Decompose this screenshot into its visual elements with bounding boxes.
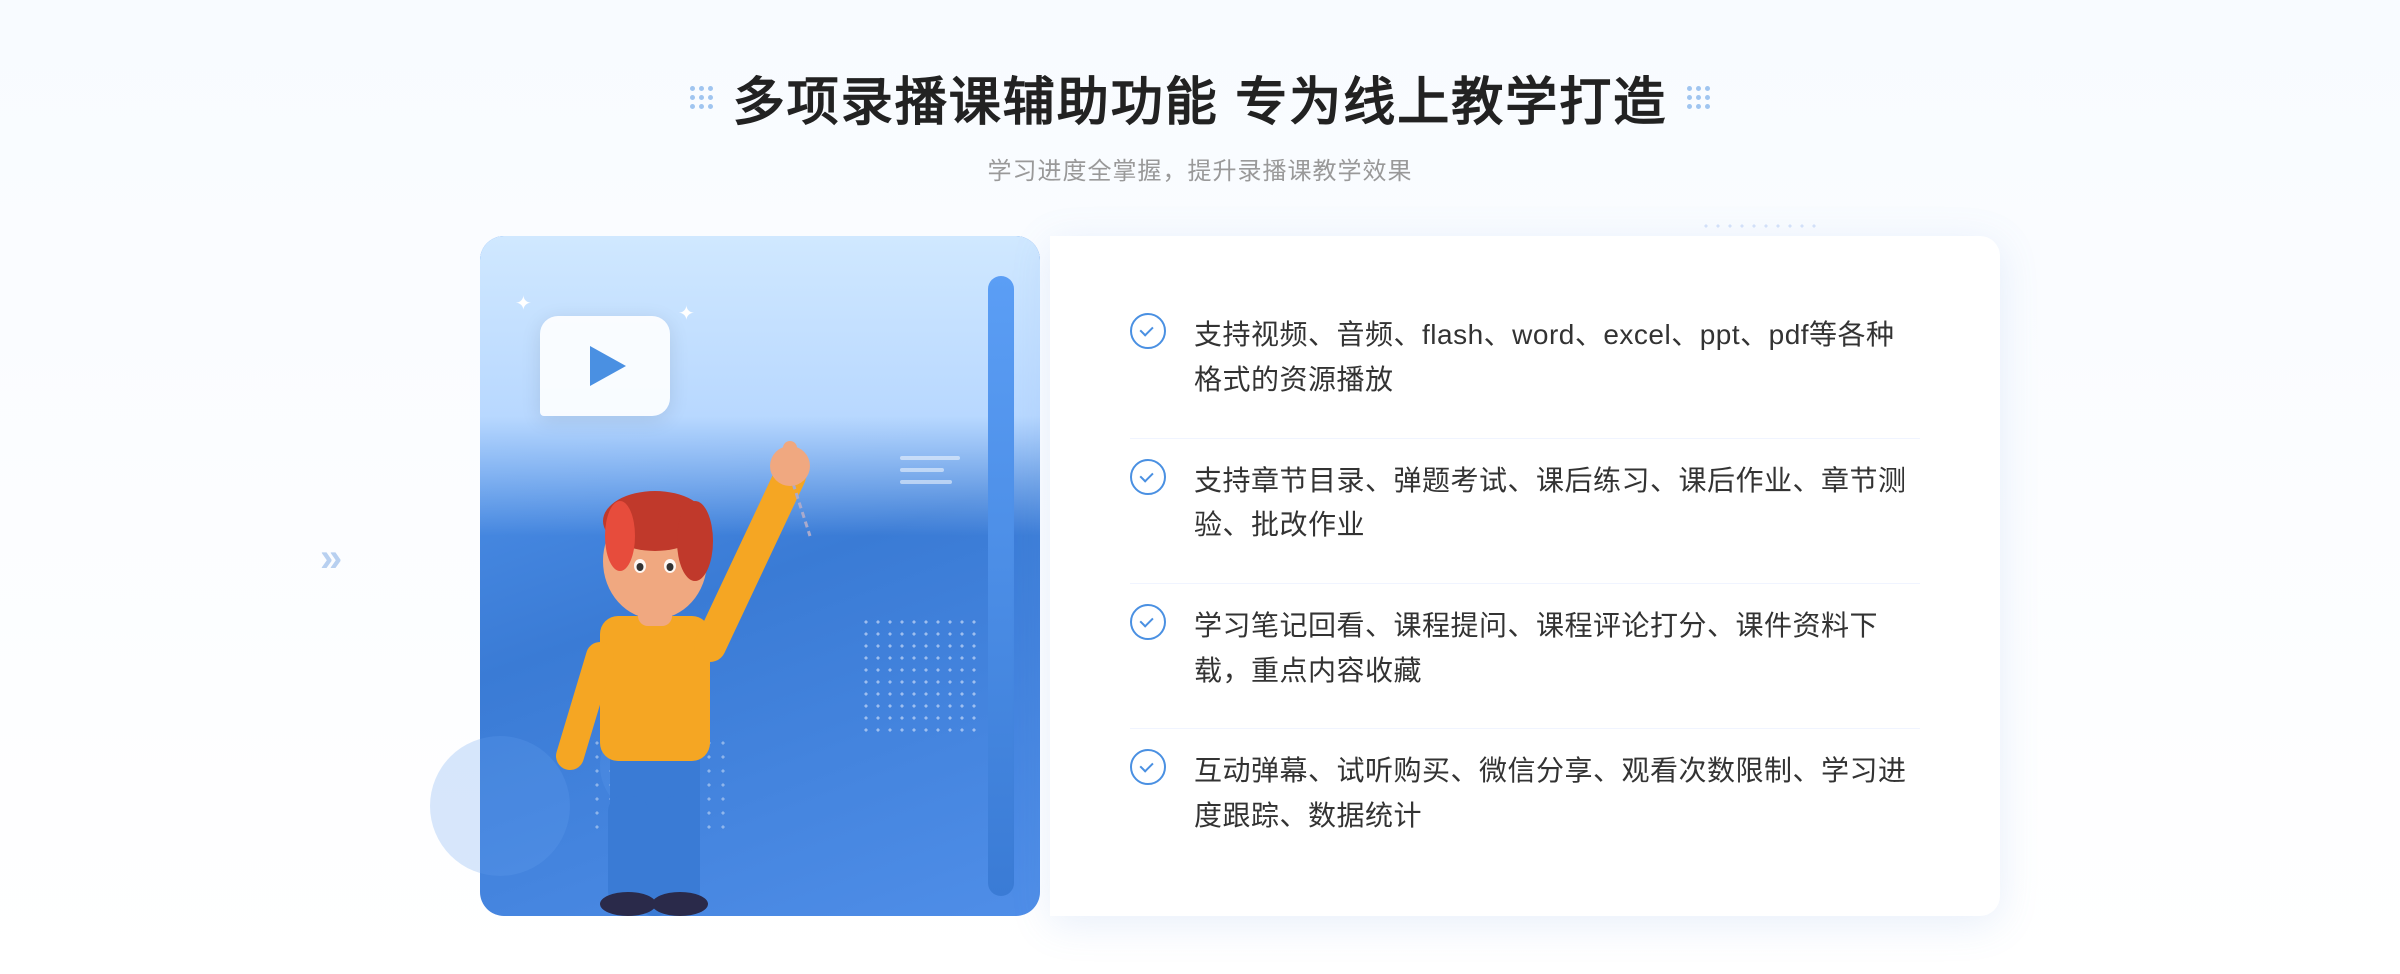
- check-icon-1: [1130, 313, 1166, 349]
- feature-text-1: 支持视频、音频、flash、word、excel、ppt、pdf等各种格式的资源…: [1194, 313, 1920, 403]
- header-section: 多项录播课辅助功能 专为线上教学打造 学习进度全掌握，提升录播课教学效果: [690, 60, 1710, 186]
- illus-line-2: [900, 468, 944, 472]
- illus-lines-decoration: [900, 456, 960, 484]
- title-row: 多项录播课辅助功能 专为线上教学打造: [690, 60, 1710, 135]
- page-subtitle: 学习进度全掌握，提升录播课教学效果: [690, 151, 1710, 186]
- illustration-container: » ✦ ✦: [400, 236, 1080, 916]
- check-icon-4: [1130, 749, 1166, 785]
- sparkle-icon-2: ✦: [678, 301, 695, 326]
- page-container: 多项录播课辅助功能 专为线上教学打造 学习进度全掌握，提升录播课教学效果 »: [0, 0, 2400, 974]
- sparkle-icon-1: ✦: [515, 291, 532, 316]
- feature-text-2: 支持章节目录、弹题考试、课后练习、课后作业、章节测验、批改作业: [1194, 459, 1920, 549]
- feature-item-3: 学习笔记回看、课程提问、课程评论打分、课件资料下载，重点内容收藏: [1130, 583, 1920, 714]
- feature-item-2: 支持章节目录、弹题考试、课后练习、课后作业、章节测验、批改作业: [1130, 438, 1920, 569]
- dots-decoration-left: [690, 86, 713, 109]
- features-panel: 支持视频、音频、flash、word、excel、ppt、pdf等各种格式的资源…: [1050, 236, 2000, 916]
- dots-decoration-right: [1687, 86, 1710, 109]
- illus-line-1: [900, 456, 960, 460]
- feature-text-4: 互动弹幕、试听购买、微信分享、观看次数限制、学习进度跟踪、数据统计: [1194, 749, 1920, 839]
- page-title: 多项录播课辅助功能 专为线上教学打造: [733, 60, 1667, 135]
- background-dots-left: [860, 616, 980, 736]
- person-illustration: [500, 336, 820, 916]
- feature-item-1: 支持视频、音频、flash、word、excel、ppt、pdf等各种格式的资源…: [1130, 293, 1920, 423]
- check-icon-3: [1130, 604, 1166, 640]
- illus-vertical-stripe: [988, 276, 1014, 896]
- illus-line-3: [900, 480, 952, 484]
- feature-item-4: 互动弹幕、试听购买、微信分享、观看次数限制、学习进度跟踪、数据统计: [1130, 728, 1920, 859]
- check-icon-2: [1130, 459, 1166, 495]
- feature-text-3: 学习笔记回看、课程提问、课程评论打分、课件资料下载，重点内容收藏: [1194, 604, 1920, 694]
- main-content: » ✦ ✦: [400, 236, 2000, 916]
- chevron-left-icon: »: [320, 536, 342, 581]
